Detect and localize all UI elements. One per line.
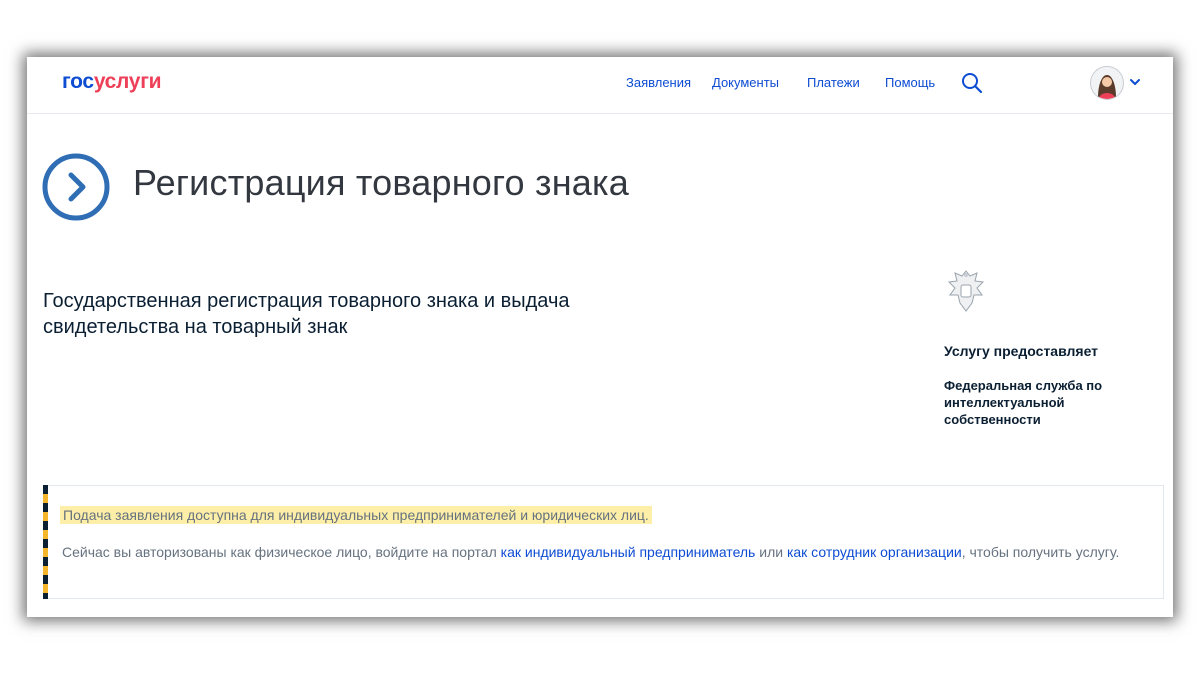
provider-label: Услугу предоставляет bbox=[944, 343, 1099, 359]
logo-part-uslugi: услуги bbox=[93, 70, 162, 93]
nav-applications[interactable]: Заявления bbox=[626, 75, 691, 90]
gosuslugi-logo[interactable]: госуслуги bbox=[62, 70, 162, 94]
notice-text-end: , чтобы получить услугу. bbox=[961, 544, 1120, 560]
provider-name: Федеральная служба по интеллектуальной с… bbox=[944, 378, 1103, 427]
browser-page: госуслуги Заявления Документы Платежи По… bbox=[27, 57, 1173, 617]
service-name: Государственная регистрация товарного зн… bbox=[43, 290, 570, 338]
logo-part-gos: гос bbox=[62, 70, 94, 93]
warning-stripe bbox=[43, 485, 48, 599]
warning-notice: Подача заявления доступна для индивидуал… bbox=[43, 485, 1164, 599]
site-header: госуслуги Заявления Документы Платежи По… bbox=[27, 57, 1173, 114]
nav-payments[interactable]: Платежи bbox=[807, 75, 860, 90]
notice-text-or: или bbox=[755, 544, 787, 560]
page-title: Регистрация товарного знака bbox=[133, 162, 629, 203]
notice-text-start: Сейчас вы авторизованы как физическое ли… bbox=[62, 544, 501, 560]
arrow-circle-icon bbox=[42, 153, 110, 221]
chevron-down-icon[interactable] bbox=[1129, 76, 1141, 88]
user-avatar[interactable] bbox=[1090, 66, 1124, 100]
login-as-employee-link[interactable]: как сотрудник организации bbox=[787, 544, 962, 560]
nav-help[interactable]: Помощь bbox=[885, 75, 935, 90]
coat-of-arms-icon bbox=[947, 270, 985, 312]
login-as-entrepreneur-link[interactable]: как индивидуальный предприниматель bbox=[501, 544, 756, 560]
nav-documents[interactable]: Документы bbox=[712, 75, 779, 90]
notice-text: Сейчас вы авторизованы как физическое ли… bbox=[62, 542, 1122, 562]
search-icon[interactable] bbox=[960, 71, 984, 95]
avatar-icon bbox=[1098, 75, 1116, 99]
notice-title: Подача заявления доступна для индивидуал… bbox=[60, 506, 652, 524]
